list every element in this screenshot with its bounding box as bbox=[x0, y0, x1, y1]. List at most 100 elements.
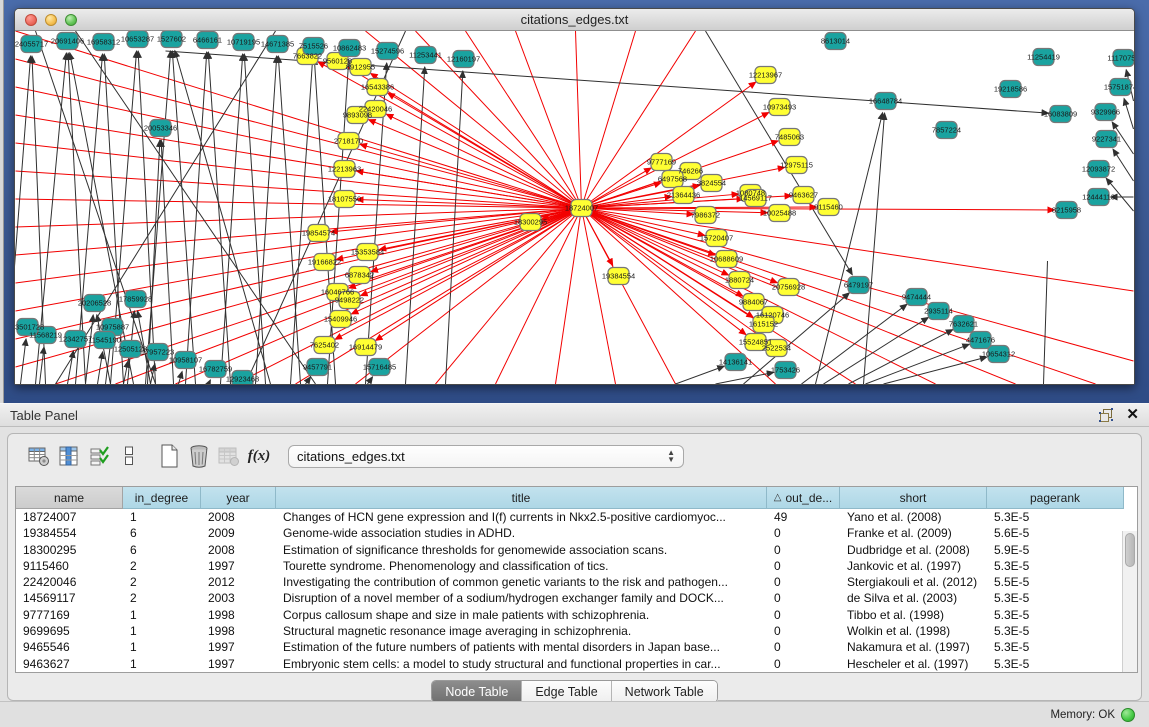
table-settings-icon[interactable] bbox=[24, 442, 54, 470]
delete-trash-icon[interactable] bbox=[184, 442, 214, 470]
table-cell-pagerank: 5.3E-5 bbox=[987, 607, 1124, 623]
table-row[interactable]: 2242004622012Investigating the contribut… bbox=[16, 574, 1137, 590]
graph-node-label: 18724007 bbox=[565, 204, 598, 213]
graph-node-label: 10958107 bbox=[169, 356, 202, 365]
new-document-icon[interactable] bbox=[154, 442, 184, 470]
graph-edge bbox=[146, 51, 171, 384]
graph-edge bbox=[209, 380, 211, 384]
graph-edge bbox=[360, 144, 581, 208]
table-cell-out_degree: 0 bbox=[767, 590, 840, 606]
graph-edge bbox=[676, 366, 725, 384]
node-table: namein_degreeyeartitle△out_de...shortpag… bbox=[15, 486, 1138, 673]
table-cell-short: Franke et al. (2009) bbox=[840, 525, 987, 541]
table-cell-year: 1997 bbox=[201, 656, 276, 672]
row-height-icon[interactable] bbox=[114, 442, 144, 470]
table-panel-header[interactable]: Table Panel ✕ bbox=[0, 403, 1149, 427]
table-row[interactable]: 946362711997Embryonic stem cells: a mode… bbox=[16, 656, 1137, 672]
close-panel-icon[interactable]: ✕ bbox=[1126, 408, 1139, 422]
graph-node-label: 19854574 bbox=[302, 229, 335, 238]
graph-node-label: 10654312 bbox=[982, 350, 1015, 359]
table-cell-out_degree: 0 bbox=[767, 558, 840, 574]
table-column-select-icon[interactable] bbox=[54, 442, 84, 470]
graph-edge bbox=[291, 58, 313, 384]
tab-network-table[interactable]: Network Table bbox=[612, 681, 717, 702]
table-scrollbar[interactable] bbox=[1122, 531, 1137, 672]
table-row[interactable]: 1830029562008Estimation of significance … bbox=[16, 542, 1137, 558]
graph-node-label: 9884067 bbox=[739, 298, 768, 307]
float-panel-icon[interactable] bbox=[1099, 408, 1114, 422]
table-selector-value: citations_edges.txt bbox=[297, 449, 667, 464]
graph-node-label: 16914479 bbox=[349, 343, 382, 352]
tab-edge-table[interactable]: Edge Table bbox=[522, 681, 611, 702]
table-cell-name: 18724007 bbox=[16, 509, 123, 525]
table-row[interactable]: 969969511998Structural magnetic resonanc… bbox=[16, 623, 1137, 639]
minimize-window-button[interactable] bbox=[45, 14, 57, 26]
graph-node-label: 9498222 bbox=[335, 296, 364, 305]
graph-node-label: 9457791 bbox=[303, 363, 332, 372]
table-cell-short: Nakamura et al. (1997) bbox=[840, 639, 987, 655]
column-header-year[interactable]: year bbox=[201, 487, 276, 509]
graph-node-label: 10688609 bbox=[710, 255, 743, 264]
table-cell-in_degree: 1 bbox=[123, 623, 201, 639]
table-cell-year: 2003 bbox=[201, 590, 276, 606]
graph-node-label: 1527602 bbox=[157, 35, 186, 44]
table-selector-dropdown[interactable]: citations_edges.txt ▲▼ bbox=[288, 445, 684, 468]
graph-node-label: 15274596 bbox=[371, 47, 404, 56]
graph-edge bbox=[236, 208, 582, 384]
network-view-window[interactable]: citations_edges.txt 18724007 bbox=[14, 8, 1135, 385]
graph-node-label: 12444113 bbox=[1082, 193, 1115, 202]
import-table-disabled-icon bbox=[214, 442, 244, 470]
graph-edge bbox=[576, 31, 582, 208]
column-header-pagerank[interactable]: pagerank bbox=[987, 487, 1124, 509]
graph-node-label: 10653287 bbox=[121, 35, 154, 44]
graph-edge bbox=[40, 347, 45, 384]
graph-node-label: 20691406 bbox=[51, 37, 84, 46]
column-header-name[interactable]: name bbox=[16, 487, 123, 509]
graph-edge bbox=[86, 315, 94, 384]
graph-node-label: 8215958 bbox=[1052, 206, 1081, 215]
table-cell-title: Tourette syndrome. Phenomenology and cla… bbox=[276, 558, 767, 574]
zoom-window-button[interactable] bbox=[65, 14, 77, 26]
graph-node-label: 13501728 bbox=[15, 323, 44, 332]
graph-node-label: 2935114 bbox=[924, 307, 953, 316]
table-row[interactable]: 1456911722003Disruption of a novel membe… bbox=[16, 590, 1137, 606]
table-row[interactable]: 1938455462009Genome-wide association stu… bbox=[16, 525, 1137, 541]
table-cell-short: Dudbridge et al. (2008) bbox=[840, 542, 987, 558]
graph-node-label: 16120746 bbox=[756, 311, 789, 320]
column-header-title[interactable]: title bbox=[276, 487, 767, 509]
table-cell-in_degree: 6 bbox=[123, 525, 201, 541]
status-bar: Memory: OK bbox=[0, 701, 1149, 727]
graph-node-label: 15353584 bbox=[351, 248, 384, 257]
graph-node-label: 2718170 bbox=[334, 137, 363, 146]
column-checklist-icon[interactable] bbox=[84, 442, 114, 470]
table-cell-in_degree: 2 bbox=[123, 558, 201, 574]
window-titlebar[interactable]: citations_edges.txt bbox=[15, 9, 1134, 31]
graph-node-label: 12923468 bbox=[226, 375, 259, 384]
graph-node-label: 9777169 bbox=[647, 158, 676, 167]
graph-edge bbox=[21, 339, 27, 384]
column-header-in_degree[interactable]: in_degree bbox=[123, 487, 201, 509]
table-cell-out_degree: 0 bbox=[767, 623, 840, 639]
network-canvas[interactable]: 1872400718300295193845547663822956012889… bbox=[15, 31, 1134, 384]
table-row[interactable]: 1872400712008Changes of HCN gene express… bbox=[16, 509, 1137, 525]
graph-node-label: 24055717 bbox=[15, 40, 48, 49]
close-window-button[interactable] bbox=[25, 14, 37, 26]
function-builder-icon[interactable]: f(x) bbox=[244, 442, 274, 470]
table-cell-pagerank: 5.9E-5 bbox=[987, 542, 1124, 558]
graph-node-label: 10862483 bbox=[333, 44, 366, 53]
table-row[interactable]: 911546021997Tourette syndrome. Phenomeno… bbox=[16, 558, 1137, 574]
table-row[interactable]: 977716911998Corpus callosum shape and si… bbox=[16, 607, 1137, 623]
graph-edge bbox=[802, 304, 907, 384]
table-scrollbar-thumb[interactable] bbox=[1125, 533, 1135, 567]
table-cell-in_degree: 1 bbox=[123, 639, 201, 655]
tab-node-table[interactable]: Node Table bbox=[432, 681, 522, 702]
control-panel-divider[interactable] bbox=[0, 0, 4, 403]
table-cell-title: Embryonic stem cells: a model to study s… bbox=[276, 656, 767, 672]
graph-edge bbox=[16, 199, 582, 208]
column-header-out_degree[interactable]: △out_de... bbox=[767, 487, 840, 509]
memory-status-indicator[interactable] bbox=[1121, 708, 1135, 722]
column-header-short[interactable]: short bbox=[840, 487, 987, 509]
table-row[interactable]: 946554611997Estimation of the future num… bbox=[16, 639, 1137, 655]
graph-edge bbox=[1113, 149, 1134, 181]
graph-edge bbox=[716, 372, 774, 384]
